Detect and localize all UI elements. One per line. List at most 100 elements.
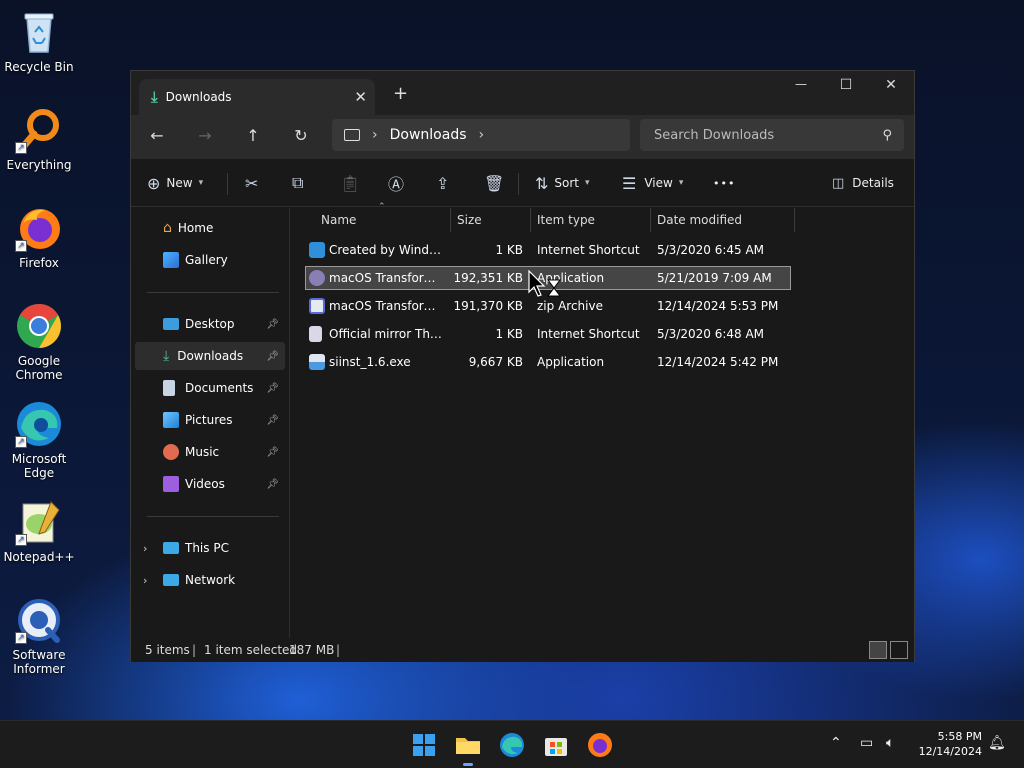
search-input[interactable] <box>654 127 883 143</box>
sidebar-item-label: Network <box>185 573 236 587</box>
sidebar-item-pictures[interactable]: Pictures 📌︎ <box>135 406 285 434</box>
pin-icon[interactable]: 📌︎ <box>266 383 279 394</box>
sidebar-item-label: This PC <box>185 541 229 555</box>
desktop-icon-edge[interactable]: ↗ Microsoft Edge <box>2 400 76 480</box>
column-divider[interactable] <box>530 208 531 232</box>
music-icon <box>163 444 179 460</box>
volume-muted-icon[interactable]: 🔈︎ <box>886 735 894 751</box>
details-pane-button[interactable]: ◫ Details <box>832 172 894 194</box>
desktop-folder-icon <box>163 318 179 330</box>
minimize-button[interactable]: — <box>786 77 816 91</box>
start-button[interactable] <box>410 731 438 759</box>
file-row[interactable]: siinst_1.6.exe 9,667 KB Application 12/1… <box>305 350 791 374</box>
chevron-right-icon[interactable]: › <box>143 574 147 587</box>
copy-icon: ⧉ <box>292 173 304 192</box>
command-bar: ⊕ New ▾ ✂ ⧉ 📋︎ Ⓐ ⇪ 🗑︎ ⇅ Sort ▾ ☰ View ▾ … <box>131 159 914 207</box>
file-date: 5/3/2020 6:48 AM <box>657 327 765 341</box>
taskbar-firefox[interactable] <box>586 731 614 759</box>
desktop-icon-firefox[interactable]: ↗ Firefox <box>2 204 76 270</box>
chevron-right-icon[interactable]: › <box>372 127 378 143</box>
large-icons-view-button[interactable] <box>890 641 908 659</box>
desktop-icon-notepadpp[interactable]: ↗ Notepad++ <box>2 498 76 564</box>
search-box[interactable]: ⚲ <box>640 119 904 151</box>
column-divider[interactable] <box>650 208 651 232</box>
clock-date: 12/14/2024 <box>918 745 982 758</box>
edge-shortcut-icon <box>309 242 325 258</box>
column-header-item-type[interactable]: Item type <box>537 208 595 232</box>
file-list: ⌃ Name Size Item type Date modified Crea… <box>290 202 914 638</box>
sidebar-item-videos[interactable]: Videos 📌︎ <box>135 470 285 498</box>
pin-icon[interactable]: 📌︎ <box>266 479 279 490</box>
pin-icon[interactable]: 📌︎ <box>266 447 279 458</box>
desktop-icon-chrome[interactable]: Google Chrome <box>2 302 76 382</box>
sidebar-item-this-pc[interactable]: › This PC <box>135 534 285 562</box>
copy-button[interactable]: ⧉ <box>292 172 303 194</box>
toolbar-divider <box>227 173 228 195</box>
file-row[interactable]: Official mirror The... 1 KB Internet Sho… <box>305 322 791 346</box>
desktop-icon-everything[interactable]: ↗ Everything <box>2 106 76 172</box>
system-clock[interactable]: 5:58 PM 12/14/2024 <box>919 729 982 759</box>
windows-logo-icon <box>413 734 435 756</box>
file-name: Created by Windows... <box>329 243 445 257</box>
details-view-button[interactable] <box>869 641 887 659</box>
pin-icon[interactable]: 📌︎ <box>266 351 279 362</box>
sidebar-item-network[interactable]: › Network <box>135 566 285 594</box>
share-icon: ⇪ <box>436 173 450 193</box>
chevron-right-icon[interactable]: › <box>479 127 485 143</box>
back-button[interactable]: ← <box>145 126 169 145</box>
cut-button[interactable]: ✂ <box>245 172 258 194</box>
sidebar-item-music[interactable]: Music 📌︎ <box>135 438 285 466</box>
details-label: Details <box>852 176 894 190</box>
column-divider[interactable] <box>794 208 795 232</box>
firefox-icon <box>588 733 612 757</box>
search-icon[interactable]: ⚲ <box>882 128 892 143</box>
sort-indicator-icon: ⌃ <box>378 202 386 212</box>
column-header-name[interactable]: Name <box>321 208 356 232</box>
new-button[interactable]: ⊕ New ▾ <box>147 172 203 194</box>
column-header-date-modified[interactable]: Date modified <box>657 208 742 232</box>
forward-button[interactable]: → <box>193 126 217 145</box>
column-header-size[interactable]: Size <box>457 208 482 232</box>
more-options-button[interactable]: ••• <box>713 172 735 194</box>
paste-button[interactable]: 📋︎ <box>340 172 360 194</box>
sidebar-item-downloads[interactable]: ⤓ Downloads 📌︎ <box>135 342 285 370</box>
network-tray-icon[interactable]: ▭ <box>860 735 873 751</box>
desktop-icon-recycle-bin[interactable]: Recycle Bin <box>2 8 76 74</box>
view-list-icon: ☰ <box>622 173 637 193</box>
sidebar-item-documents[interactable]: Documents 📌︎ <box>135 374 285 402</box>
sort-button[interactable]: ⇅ Sort ▾ <box>535 172 590 194</box>
close-window-button[interactable]: ✕ <box>876 77 906 93</box>
chevron-right-icon[interactable]: › <box>143 542 147 555</box>
pictures-icon <box>163 412 179 428</box>
tab-close-icon[interactable]: ✕ <box>354 88 367 106</box>
sidebar-item-home[interactable]: ⌂ Home <box>135 214 285 242</box>
new-tab-button[interactable]: + <box>393 83 408 104</box>
taskbar-file-explorer[interactable] <box>454 731 482 766</box>
breadcrumb-downloads[interactable]: Downloads <box>390 127 467 143</box>
address-bar[interactable]: › Downloads › <box>332 119 630 151</box>
delete-button[interactable]: 🗑︎ <box>484 172 504 194</box>
taskbar-store[interactable] <box>542 731 570 759</box>
show-hidden-icons-button[interactable]: ⌃ <box>830 735 842 751</box>
sidebar-item-desktop[interactable]: Desktop 📌︎ <box>135 310 285 338</box>
sidebar-item-label: Home <box>177 221 214 235</box>
sidebar-item-label: Pictures <box>185 413 233 427</box>
view-button[interactable]: ☰ View ▾ <box>622 172 683 194</box>
file-row[interactable]: Created by Windows... 1 KB Internet Shor… <box>305 238 791 262</box>
rename-button[interactable]: Ⓐ <box>388 172 404 194</box>
maximize-button[interactable]: ☐ <box>831 77 861 93</box>
new-label: New <box>166 176 193 190</box>
pin-icon[interactable]: 📌︎ <box>266 319 279 330</box>
file-size: 191,370 KB <box>453 299 523 313</box>
notification-bell-icon[interactable]: 🔔︎ <box>988 735 1006 751</box>
pin-icon[interactable]: 📌︎ <box>266 415 279 426</box>
refresh-button[interactable]: ↻ <box>289 126 313 145</box>
column-divider[interactable] <box>450 208 451 232</box>
up-button[interactable]: ↑ <box>241 126 265 145</box>
taskbar-edge[interactable] <box>498 731 526 759</box>
tab-downloads[interactable]: ⤓ Downloads ✕ <box>139 79 375 115</box>
sidebar-item-gallery[interactable]: Gallery <box>135 246 285 274</box>
sort-label: Sort <box>554 176 580 190</box>
desktop-icon-software-informer[interactable]: ↗ Software Informer <box>2 596 76 676</box>
share-button[interactable]: ⇪ <box>436 172 449 194</box>
